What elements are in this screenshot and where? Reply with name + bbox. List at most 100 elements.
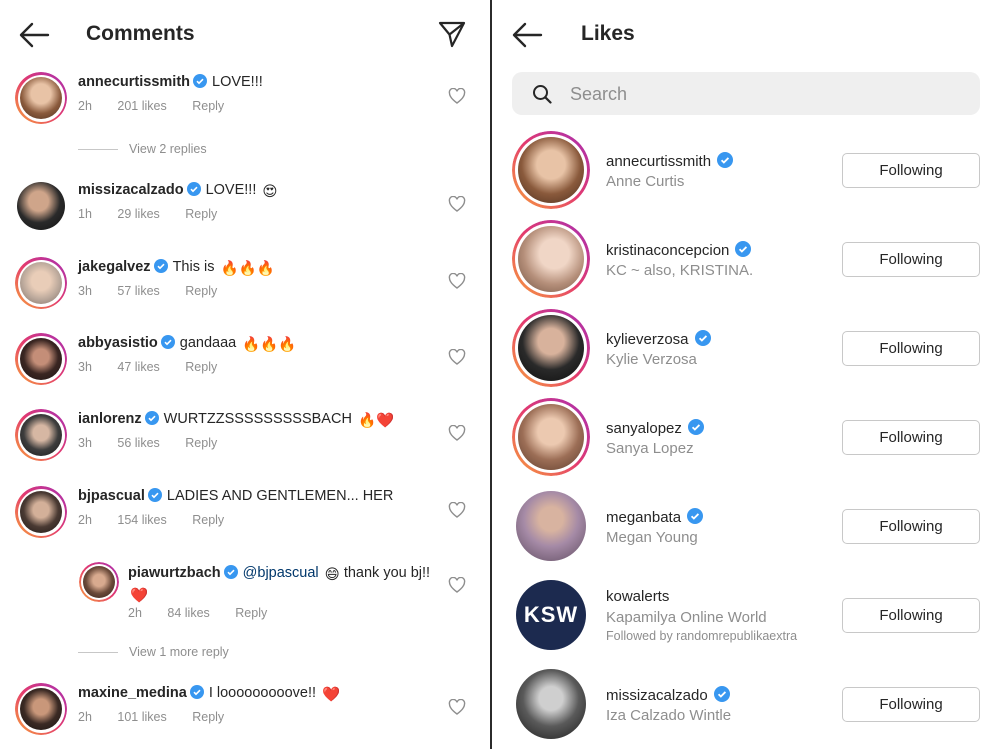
comment-username[interactable]: jakegalvez — [78, 259, 151, 275]
comment-username[interactable]: annecurtissmith — [78, 74, 190, 90]
verified-badge-icon — [160, 335, 175, 349]
search-input[interactable] — [570, 81, 950, 107]
avatar[interactable] — [15, 257, 67, 309]
emoji: 😄 — [324, 567, 340, 583]
heart-icon[interactable] — [448, 699, 466, 715]
comment-text: This is — [172, 259, 215, 275]
reply-button[interactable]: Reply — [192, 513, 224, 527]
share-send-icon[interactable] — [437, 20, 467, 48]
heart-icon[interactable] — [448, 273, 466, 289]
comments-panel: Comments annecurtissmith LOVE!!! 2h 201 l… — [0, 0, 490, 749]
comment-likes[interactable]: 57 likes — [117, 284, 159, 298]
reply-button[interactable]: Reply — [185, 207, 217, 221]
reply-button[interactable]: Reply — [235, 606, 267, 620]
following-button[interactable]: Following — [842, 153, 980, 188]
following-button[interactable]: Following — [842, 509, 980, 544]
heart-icon[interactable] — [448, 349, 466, 365]
comment-username[interactable]: abbyasistio — [78, 335, 158, 351]
comment-likes[interactable]: 29 likes — [117, 207, 159, 221]
comment-likes[interactable]: 101 likes — [117, 710, 166, 724]
avatar[interactable] — [15, 333, 67, 385]
reply-button[interactable]: Reply — [185, 360, 217, 374]
user-row[interactable]: missizacalzado Iza Calzado Wintle Follow… — [492, 665, 1000, 749]
comment-likes[interactable]: 201 likes — [117, 99, 166, 113]
avatar[interactable] — [15, 180, 67, 232]
user-row[interactable]: sanyalopez Sanya Lopez Following — [492, 398, 1000, 486]
following-button[interactable]: Following — [842, 242, 980, 277]
user-full-name: Kapamilya Online World — [606, 609, 767, 626]
avatar[interactable] — [15, 409, 67, 461]
view-more-replies-link[interactable]: View 1 more reply — [78, 645, 229, 659]
search-bar[interactable] — [512, 72, 980, 115]
user-row[interactable]: KSW kowalerts Kapamilya Online World Fol… — [492, 576, 1000, 664]
following-button[interactable]: Following — [842, 598, 980, 633]
user-full-name: Sanya Lopez — [606, 440, 694, 457]
user-handle[interactable]: kristinaconcepcion — [606, 242, 729, 259]
user-row[interactable]: kylieverzosa Kylie Verzosa Following — [492, 309, 1000, 397]
following-button[interactable]: Following — [842, 420, 980, 455]
comment-likes[interactable]: 154 likes — [117, 513, 166, 527]
comment-username[interactable]: missizacalzado — [78, 182, 184, 198]
view-replies-label: View 2 replies — [129, 142, 207, 156]
verified-badge-icon — [687, 419, 704, 435]
back-arrow-icon[interactable] — [18, 21, 50, 49]
avatar[interactable] — [15, 72, 67, 124]
user-handle[interactable]: annecurtissmith — [606, 153, 711, 170]
comment-time: 1h — [78, 207, 92, 221]
comment-likes[interactable]: 56 likes — [117, 436, 159, 450]
user-row[interactable]: meganbata Megan Young Following — [492, 487, 1000, 575]
following-button[interactable]: Following — [842, 331, 980, 366]
comment-username[interactable]: maxine_medina — [78, 685, 187, 701]
comment-time: 2h — [128, 606, 142, 620]
avatar[interactable] — [512, 487, 590, 565]
user-handle[interactable]: kowalerts — [606, 588, 669, 605]
verified-badge-icon — [186, 182, 201, 196]
user-full-name: Kylie Verzosa — [606, 351, 697, 368]
comment-text: WURTZZSSSSSSSSSBACH — [163, 411, 352, 427]
comment-username[interactable]: ianlorenz — [78, 411, 142, 427]
avatar[interactable] — [512, 309, 590, 387]
user-full-name: Iza Calzado Wintle — [606, 707, 732, 724]
comment-time: 2h — [78, 513, 92, 527]
reply-button[interactable]: Reply — [192, 710, 224, 724]
user-handle[interactable]: kylieverzosa — [606, 331, 689, 348]
user-full-name: Megan Young — [606, 529, 698, 546]
avatar[interactable]: KSW — [512, 576, 590, 654]
user-row[interactable]: kristinaconcepcion KC ~ also, KRISTINA. … — [492, 220, 1000, 308]
comments-header: Comments — [0, 0, 490, 70]
verified-badge-icon — [687, 508, 704, 524]
comment-likes[interactable]: 47 likes — [117, 360, 159, 374]
avatar[interactable] — [512, 398, 590, 476]
comment-username[interactable]: bjpascual — [78, 488, 145, 504]
verified-badge-icon — [717, 152, 734, 168]
comment-username[interactable]: piawurtzbach — [128, 565, 221, 581]
followed-by-text: Followed by randomrepublikaextra — [606, 629, 798, 643]
avatar[interactable] — [15, 486, 67, 538]
reply-button[interactable]: Reply — [185, 284, 217, 298]
view-replies-link[interactable]: View 2 replies — [78, 142, 207, 156]
following-button[interactable]: Following — [842, 687, 980, 722]
back-arrow-icon[interactable] — [511, 21, 543, 49]
mention-link[interactable]: @bjpascual — [243, 565, 319, 581]
comment-likes[interactable]: 84 likes — [167, 606, 209, 620]
user-row[interactable]: annecurtissmith Anne Curtis Following — [492, 131, 1000, 219]
avatar[interactable] — [512, 131, 590, 209]
reply-button[interactable]: Reply — [192, 99, 224, 113]
heart-icon[interactable] — [448, 196, 466, 212]
user-handle[interactable]: sanyalopez — [606, 420, 682, 437]
heart-icon[interactable] — [448, 502, 466, 518]
avatar[interactable] — [512, 220, 590, 298]
reply-button[interactable]: Reply — [185, 436, 217, 450]
verified-badge-icon — [147, 488, 162, 502]
avatar[interactable] — [512, 665, 590, 743]
avatar[interactable] — [15, 683, 67, 735]
heart-icon[interactable] — [448, 577, 466, 593]
emoji: 🔥🔥🔥 — [242, 337, 297, 353]
user-handle[interactable]: meganbata — [606, 509, 681, 526]
heart-icon[interactable] — [448, 425, 466, 441]
user-handle[interactable]: missizacalzado — [606, 687, 708, 704]
comment-time: 3h — [78, 360, 92, 374]
comment-text: thank you bj!! — [343, 565, 431, 581]
avatar[interactable] — [79, 562, 119, 602]
heart-icon[interactable] — [448, 88, 466, 104]
